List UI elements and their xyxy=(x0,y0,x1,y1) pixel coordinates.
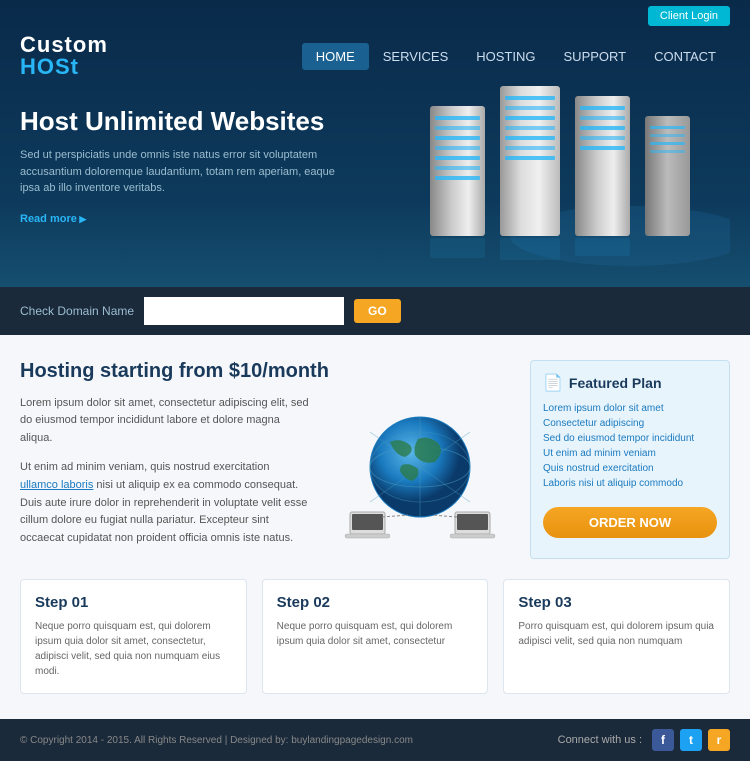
nav-links: HOME SERVICES HOSTING SUPPORT CONTACT xyxy=(302,43,730,70)
footer-copyright: © Copyright 2014 - 2015. All Rights Rese… xyxy=(20,735,413,746)
step-title-2: Step 02 xyxy=(277,594,474,611)
featured-list: Lorem ipsum dolor sit amet Consectetur a… xyxy=(543,401,717,491)
step-title-1: Step 01 xyxy=(35,594,232,611)
hero-section: Host Unlimited Websites Sed ut perspicia… xyxy=(0,86,750,287)
nav-item-contact[interactable]: CONTACT xyxy=(640,43,730,70)
step-title-3: Step 03 xyxy=(518,594,715,611)
steps-section: Step 01 Neque porro quisquam est, qui do… xyxy=(20,579,730,694)
client-login-button[interactable]: Client Login xyxy=(648,6,730,26)
footer: © Copyright 2014 - 2015. All Rights Rese… xyxy=(0,719,750,761)
server-racks-svg xyxy=(350,76,730,276)
list-item: Ut enim ad minim veniam xyxy=(543,446,717,461)
logo-custom-text: Custom xyxy=(20,34,108,56)
twitter-icon[interactable]: t xyxy=(680,729,702,751)
featured-plan: 📄 Featured Plan Lorem ipsum dolor sit am… xyxy=(530,360,730,560)
hosting-title: Hosting starting from $10/month xyxy=(20,360,510,383)
step-card-3: Step 03 Porro quisquam est, qui dolorem … xyxy=(503,579,730,694)
nav-link-home[interactable]: HOME xyxy=(302,43,369,70)
ullamco-link[interactable]: ullamco laboris xyxy=(20,479,93,491)
main-para2: Ut enim ad minim veniam, quis nostrud ex… xyxy=(20,459,310,547)
logo: Custom HOSt xyxy=(20,34,108,78)
hero-title: Host Unlimited Websites xyxy=(20,106,340,137)
header: Client Login Custom HOSt HOME SERVICES H… xyxy=(0,0,750,335)
rss-icon[interactable]: r xyxy=(708,729,730,751)
step-card-2: Step 02 Neque porro quisquam est, qui do… xyxy=(262,579,489,694)
hero-description: Sed ut perspiciatis unde omnis iste natu… xyxy=(20,147,340,197)
list-item: Consectetur adipiscing xyxy=(543,416,717,431)
step-card-1: Step 01 Neque porro quisquam est, qui do… xyxy=(20,579,247,694)
main-content: Hosting starting from $10/month Lorem ip… xyxy=(0,335,750,720)
nav-link-services[interactable]: SERVICES xyxy=(369,43,463,70)
middle-content: Lorem ipsum dolor sit amet, consectetur … xyxy=(20,395,510,560)
nav-item-hosting[interactable]: HOSTING xyxy=(462,43,549,70)
nav-link-support[interactable]: SUPPORT xyxy=(550,43,641,70)
top-bar: Client Login xyxy=(0,0,750,26)
list-item: Lorem ipsum dolor sit amet xyxy=(543,401,717,416)
logo-host-text: HOSt xyxy=(20,56,108,78)
connect-label: Connect with us : xyxy=(558,734,642,746)
nav-item-support[interactable]: SUPPORT xyxy=(550,43,641,70)
facebook-icon[interactable]: f xyxy=(652,729,674,751)
nav-item-services[interactable]: SERVICES xyxy=(369,43,463,70)
nav-item-home[interactable]: HOME xyxy=(302,43,369,70)
footer-social: Connect with us : f t r xyxy=(558,729,730,751)
main-para1: Lorem ipsum dolor sit amet, consectetur … xyxy=(20,395,310,448)
step-text-3: Porro quisquam est, qui dolorem ipsum qu… xyxy=(518,619,715,649)
step-text-1: Neque porro quisquam est, qui dolorem ip… xyxy=(35,619,232,679)
globe-svg xyxy=(330,397,510,557)
step-text-2: Neque porro quisquam est, qui dolorem ip… xyxy=(277,619,474,649)
list-item: Sed do eiusmod tempor incididunt xyxy=(543,431,717,446)
main-grid: Hosting starting from $10/month Lorem ip… xyxy=(20,360,730,560)
order-now-button[interactable]: ORDER NOW xyxy=(543,507,717,538)
nav-link-hosting[interactable]: HOSTING xyxy=(462,43,549,70)
hosting-text: Lorem ipsum dolor sit amet, consectetur … xyxy=(20,395,310,560)
read-more-link[interactable]: Read more xyxy=(20,213,86,225)
domain-input[interactable] xyxy=(144,297,344,325)
globe-container xyxy=(330,395,510,560)
hero-text: Host Unlimited Websites Sed ut perspicia… xyxy=(20,106,340,227)
domain-label: Check Domain Name xyxy=(20,304,134,318)
main-left: Hosting starting from $10/month Lorem ip… xyxy=(20,360,510,560)
list-item: Quis nostrud exercitation xyxy=(543,461,717,476)
document-icon: 📄 xyxy=(543,373,563,393)
domain-go-button[interactable]: GO xyxy=(354,299,401,323)
list-item: Laboris nisi ut aliquip commodo xyxy=(543,476,717,491)
featured-title: 📄 Featured Plan xyxy=(543,373,717,393)
nav-link-contact[interactable]: CONTACT xyxy=(640,43,730,70)
hero-server-image xyxy=(350,76,750,296)
